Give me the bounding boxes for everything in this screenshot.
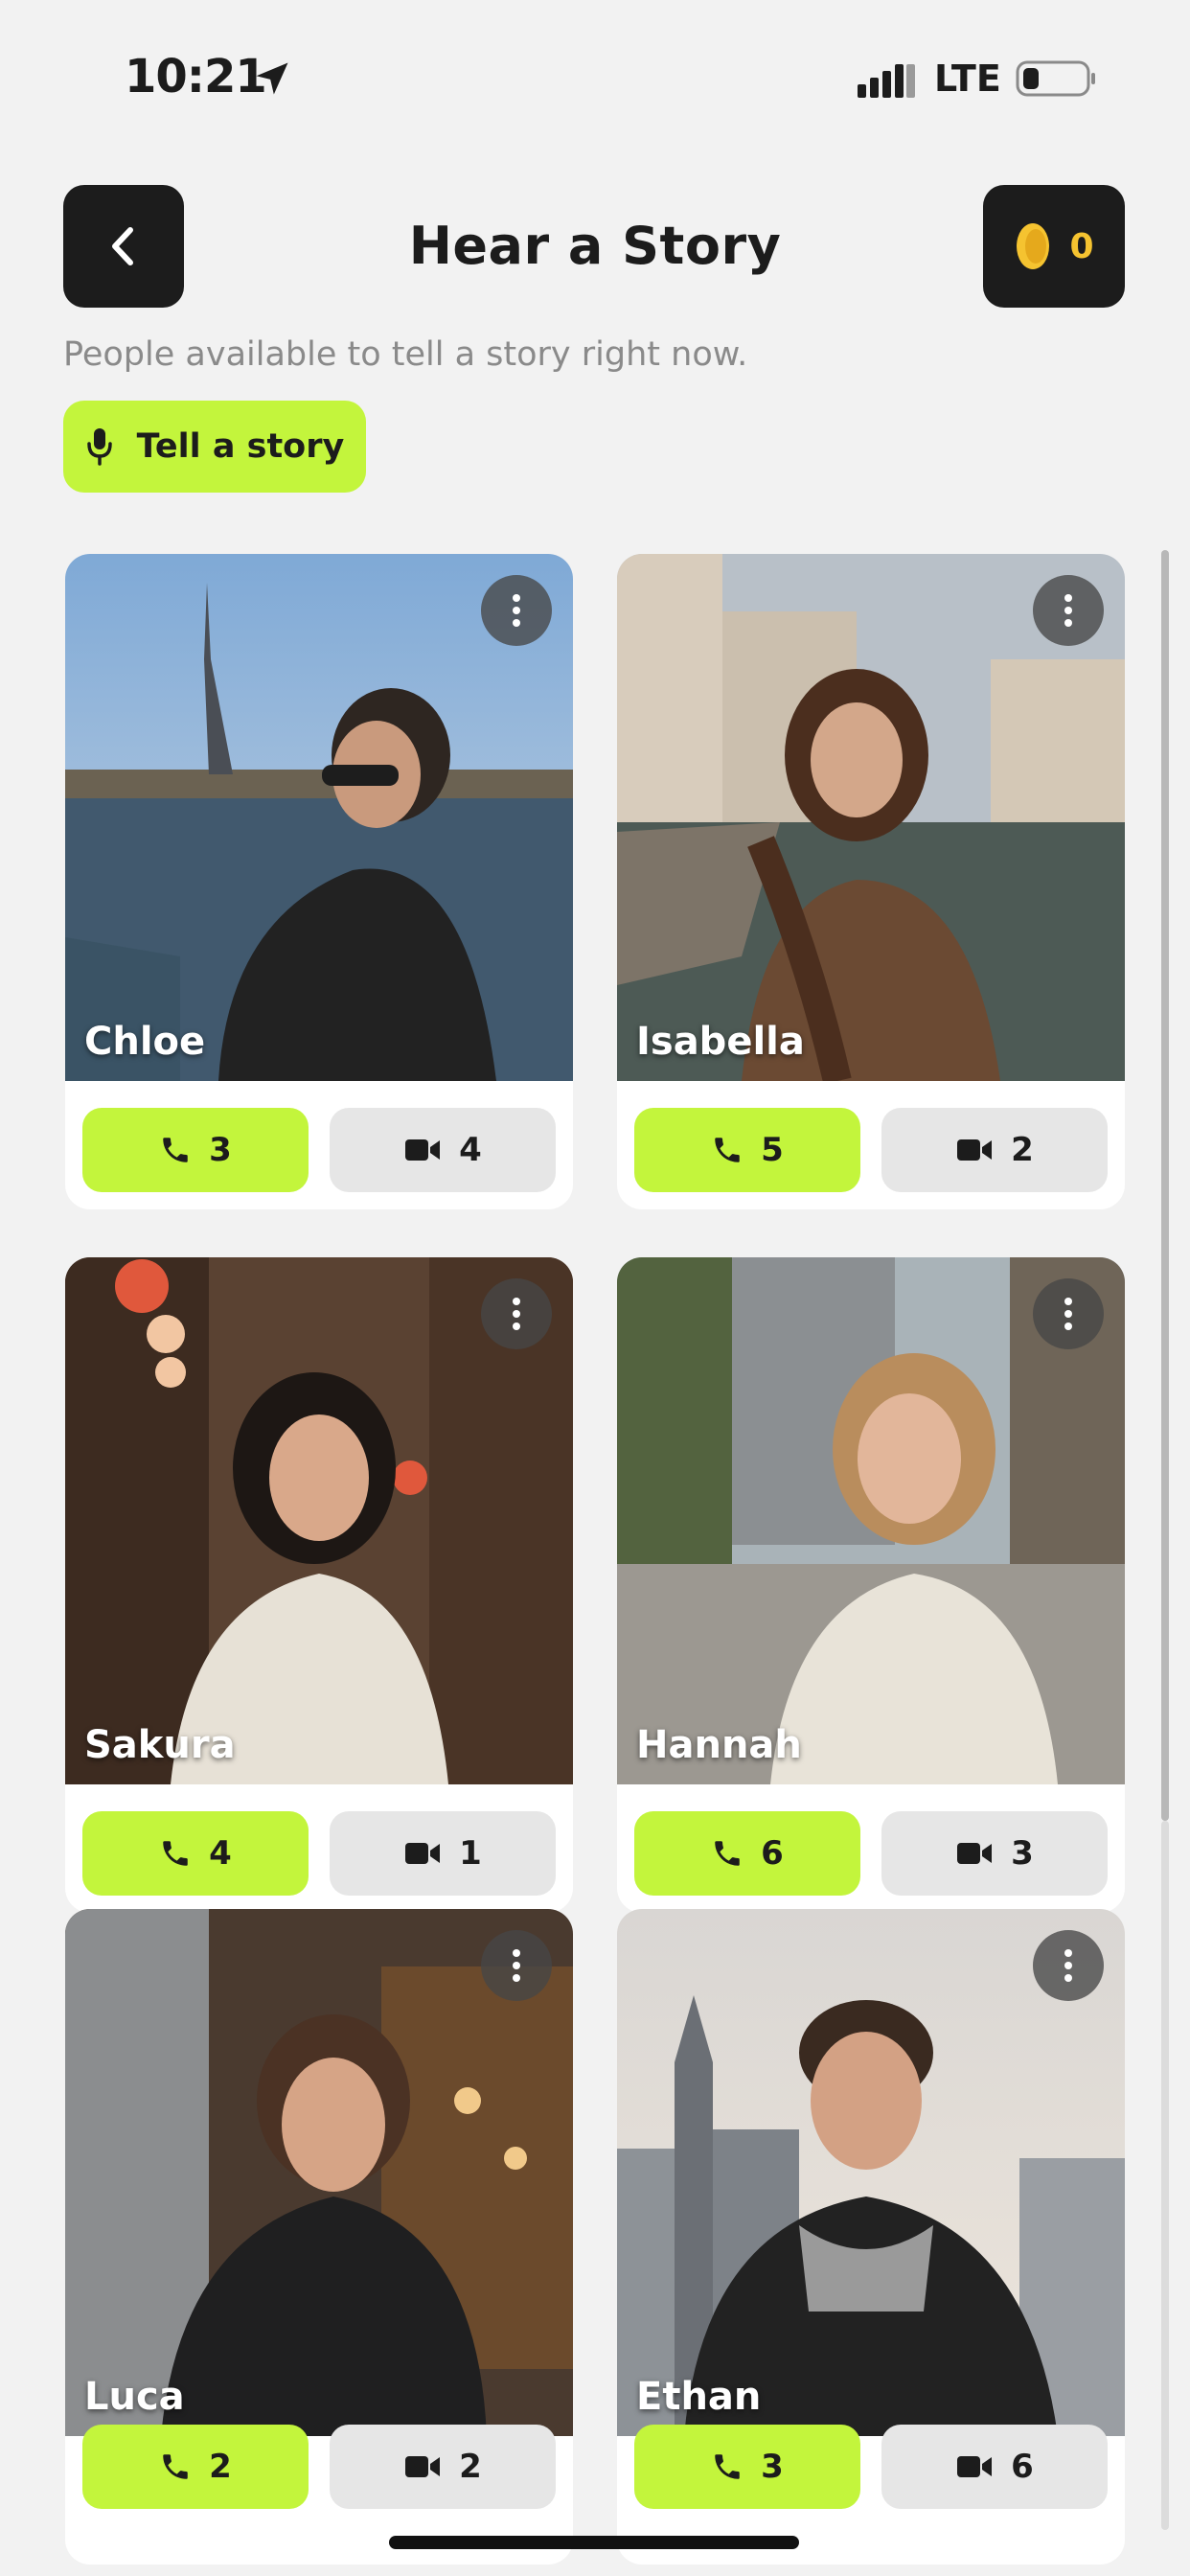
phone-icon <box>715 1841 740 1866</box>
video-call-count: 6 <box>1011 2448 1034 2486</box>
storyteller-name: Ethan <box>636 2375 762 2419</box>
more-vertical-icon <box>513 1949 520 1982</box>
video-camera-icon <box>957 1843 993 1864</box>
video-call-button[interactable]: 3 <box>881 1811 1108 1896</box>
storyteller-name: Sakura <box>84 1723 236 1767</box>
storyteller-card[interactable]: Sakura 4 1 <box>65 1257 573 1913</box>
voice-call-button[interactable]: 4 <box>82 1811 309 1896</box>
phone-icon <box>163 1138 188 1162</box>
video-call-count: 2 <box>459 2448 482 2486</box>
video-call-button[interactable]: 2 <box>330 2425 556 2509</box>
storyteller-name: Chloe <box>84 1020 206 1064</box>
more-vertical-icon <box>1064 594 1072 627</box>
storyteller-name: Isabella <box>636 1020 805 1064</box>
video-camera-icon <box>405 2456 441 2477</box>
voice-call-button[interactable]: 6 <box>634 1811 860 1896</box>
storyteller-card[interactable]: Chloe 3 4 <box>65 554 573 1209</box>
voice-call-count: 4 <box>209 1834 232 1873</box>
more-options-button[interactable] <box>1033 1278 1104 1349</box>
more-options-button[interactable] <box>1033 575 1104 646</box>
phone-icon <box>715 1138 740 1162</box>
video-call-button[interactable]: 6 <box>881 2425 1108 2509</box>
video-call-button[interactable]: 2 <box>881 1108 1108 1192</box>
more-options-button[interactable] <box>481 1278 552 1349</box>
phone-icon <box>715 2454 740 2479</box>
voice-call-count: 5 <box>761 1131 784 1169</box>
voice-call-button[interactable]: 5 <box>634 1108 860 1192</box>
home-indicator[interactable] <box>389 2536 799 2549</box>
more-options-button[interactable] <box>1033 1930 1104 2001</box>
video-camera-icon <box>957 1139 993 1161</box>
video-call-count: 1 <box>459 1834 482 1873</box>
more-vertical-icon <box>1064 1949 1072 1982</box>
voice-call-button[interactable]: 3 <box>634 2425 860 2509</box>
video-call-count: 2 <box>1011 1131 1034 1169</box>
video-call-button[interactable]: 4 <box>330 1108 556 1192</box>
storyteller-name: Luca <box>84 2375 185 2419</box>
more-vertical-icon <box>513 1298 520 1330</box>
voice-call-button[interactable]: 2 <box>82 2425 309 2509</box>
more-vertical-icon <box>1064 1298 1072 1330</box>
voice-call-count: 2 <box>209 2448 232 2486</box>
storyteller-card[interactable]: Ethan 3 6 <box>617 1909 1125 2564</box>
storyteller-grid: Chloe 3 4 Isabella 5 2 Sakura 4 1 Hannah… <box>0 0 1190 2576</box>
storyteller-card[interactable]: Hannah 6 3 <box>617 1257 1125 1913</box>
video-camera-icon <box>957 2456 993 2477</box>
storyteller-name: Hannah <box>636 1723 802 1767</box>
video-call-count: 4 <box>459 1131 482 1169</box>
video-call-count: 3 <box>1011 1834 1034 1873</box>
phone-icon <box>163 1841 188 1866</box>
more-options-button[interactable] <box>481 575 552 646</box>
video-camera-icon <box>405 1139 441 1161</box>
scrollbar-thumb[interactable] <box>1161 550 1169 1821</box>
more-vertical-icon <box>513 594 520 627</box>
phone-icon <box>163 2454 188 2479</box>
more-options-button[interactable] <box>481 1930 552 2001</box>
storyteller-card[interactable]: Luca 2 2 <box>65 1909 573 2564</box>
voice-call-button[interactable]: 3 <box>82 1108 309 1192</box>
storyteller-card[interactable]: Isabella 5 2 <box>617 554 1125 1209</box>
video-camera-icon <box>405 1843 441 1864</box>
voice-call-count: 6 <box>761 1834 784 1873</box>
voice-call-count: 3 <box>761 2448 784 2486</box>
voice-call-count: 3 <box>209 1131 232 1169</box>
scrollbar-track <box>1161 1821 1169 2530</box>
video-call-button[interactable]: 1 <box>330 1811 556 1896</box>
